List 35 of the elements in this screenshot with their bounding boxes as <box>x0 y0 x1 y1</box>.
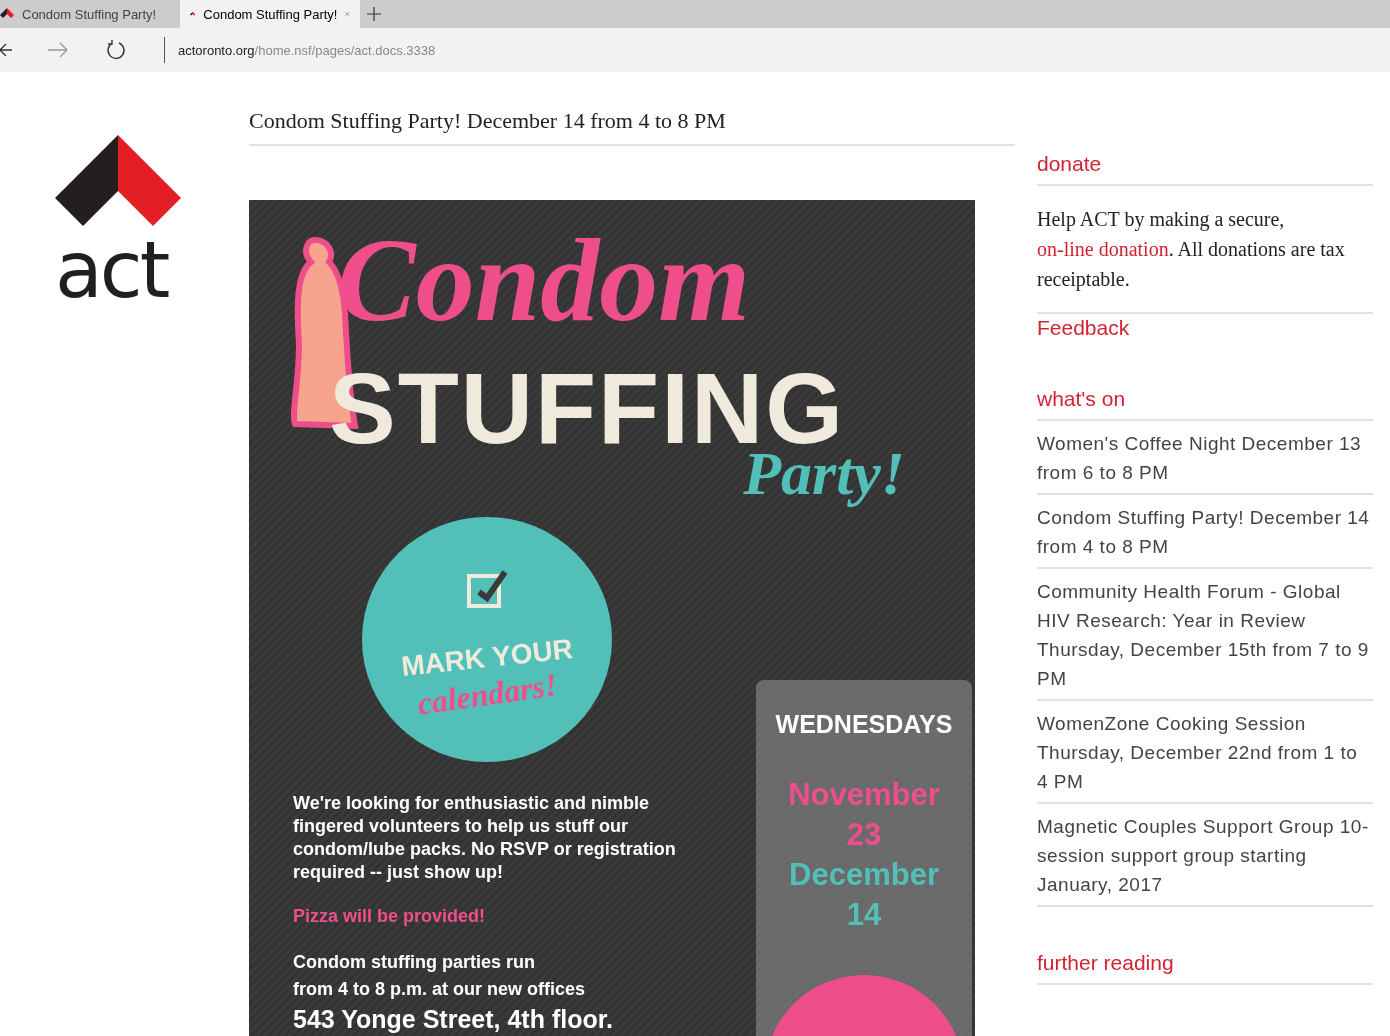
forward-button[interactable] <box>48 42 68 58</box>
schedule-day: 23 <box>846 815 882 855</box>
poster-title: Condom <box>337 222 751 340</box>
poster-text: Condom stuffing parties run <box>293 951 535 974</box>
feedback-link[interactable]: Feedback <box>1037 316 1130 340</box>
plus-icon <box>367 7 381 21</box>
donate-text: Help ACT by making a secure, on-line donation. All donations are tax receiptable. <box>1037 204 1373 314</box>
address-field[interactable]: actoronto.org/home.nsf/pages/act.docs.3338 <box>164 37 436 63</box>
event-link[interactable]: Community Health Forum - Global HIV Research: Year in Review Thursday, December 15th from 7 to 9 PM <box>1037 577 1373 693</box>
poster-paragraph: We're looking for enthusiastic and nimble fingered volunteers to help us stuff our condom/lube packs. No RSVP or registration required -- just show up! <box>293 792 677 884</box>
browser-tab[interactable]: Condom Stuffing Party! <box>180 0 360 28</box>
section-heading: what's on <box>1037 387 1373 421</box>
donation-link[interactable]: on-line donation <box>1037 238 1169 260</box>
back-button[interactable] <box>0 42 12 58</box>
logo-icon <box>0 8 14 20</box>
page-title: Condom Stuffing Party! December 14 from 4 to 8 PM <box>249 108 1015 146</box>
logo-icon <box>55 135 181 227</box>
event-link[interactable]: WomenZone Cooking Session Thursday, December 22nd from 1 to 4 PM <box>1037 709 1373 796</box>
refresh-button[interactable] <box>106 40 126 60</box>
section-heading: donate <box>1037 152 1373 186</box>
schedule-heading: WEDNESDAYS <box>775 710 953 739</box>
event-link[interactable]: Condom Stuffing Party! December 14 from 4 to 8 PM <box>1037 503 1373 561</box>
schedule-month: December <box>789 856 939 894</box>
schedule-month: November <box>788 776 940 814</box>
logo-text: act <box>55 231 169 309</box>
poster-address: 543 Yonge Street, 4th floor. <box>293 1005 613 1034</box>
event-link[interactable]: Women's Coffee Night December 13 from 6 to 8 PM <box>1037 429 1373 487</box>
poster-text: from 4 to 8 p.m. at our new offices <box>293 978 586 1001</box>
event-link[interactable]: Magnetic Couples Support Group 10-session support group starting January, 2017 <box>1037 812 1373 899</box>
schedule-day: 14 <box>846 895 882 935</box>
poster-note: Pizza will be provided! <box>293 906 486 927</box>
section-heading: further reading <box>1037 951 1373 985</box>
forward-arrow-icon <box>48 42 68 58</box>
back-arrow-icon <box>0 42 12 58</box>
refresh-icon <box>106 40 126 60</box>
